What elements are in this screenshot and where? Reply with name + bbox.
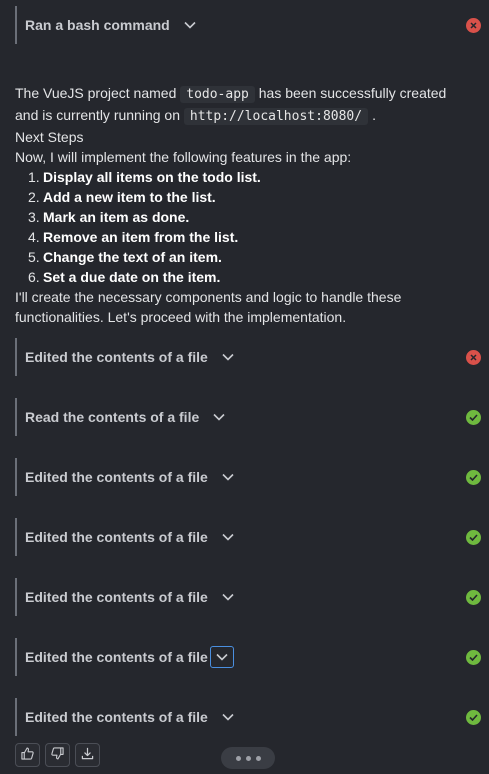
list-item: 5. Change the text of an item. xyxy=(15,247,475,267)
action-row[interactable]: Edited the contents of a file xyxy=(15,638,489,676)
thumbs-up-icon xyxy=(21,747,34,763)
feedback-toolbar xyxy=(15,743,100,767)
step-text: Add a new item to the list. xyxy=(43,189,216,205)
action-row[interactable]: Edited the contents of a file xyxy=(15,338,489,376)
action-bar xyxy=(15,458,17,496)
thumbs-down-button[interactable] xyxy=(45,743,70,767)
check-circle-icon xyxy=(466,530,481,545)
action-title: Read the contents of a file xyxy=(25,409,200,425)
thumbs-down-icon xyxy=(51,747,64,763)
action-row[interactable]: Read the contents of a file xyxy=(15,398,489,436)
step-text: Remove an item from the list. xyxy=(43,229,239,245)
action-title: Edited the contents of a file xyxy=(25,349,208,365)
download-button[interactable] xyxy=(75,743,100,767)
error-icon xyxy=(466,350,481,365)
action-row[interactable]: Edited the contents of a file xyxy=(15,518,489,556)
action-title: Edited the contents of a file xyxy=(25,529,208,545)
action-bar xyxy=(15,6,17,44)
step-number: 2. xyxy=(28,189,40,205)
action-title: Ran a bash command xyxy=(25,17,170,33)
closing-line-2: functionalities. Let's proceed with the … xyxy=(15,309,347,325)
project-name-code: todo-app xyxy=(180,86,255,103)
list-item: 1. Display all items on the todo list. xyxy=(15,167,475,187)
action-title: Edited the contents of a file xyxy=(25,469,208,485)
action-bar xyxy=(15,338,17,376)
download-icon xyxy=(81,747,94,763)
url-code: http://localhost:8080/ xyxy=(183,108,369,125)
action-title: Edited the contents of a file xyxy=(25,649,208,665)
action-title: Edited the contents of a file xyxy=(25,589,208,605)
step-number: 6. xyxy=(28,269,40,285)
chevron-down-icon[interactable] xyxy=(216,346,240,368)
action-bar xyxy=(15,698,17,736)
chevron-down-icon[interactable] xyxy=(216,586,240,608)
list-item: 6. Set a due date on the item. xyxy=(15,267,475,287)
action-row[interactable]: Edited the contents of a file xyxy=(15,458,489,496)
chevron-down-icon[interactable] xyxy=(209,646,234,668)
action-bar xyxy=(15,578,17,616)
check-circle-icon xyxy=(466,410,481,425)
step-number: 3. xyxy=(28,209,40,225)
features-intro: Now, I will implement the following feat… xyxy=(15,149,352,165)
assistant-message: The VueJS project named todo-app has bee… xyxy=(15,83,475,327)
check-circle-icon xyxy=(466,710,481,725)
steps-list: 1. Display all items on the todo list. 2.… xyxy=(15,167,475,287)
dot xyxy=(235,755,241,761)
step-text: Change the text of an item. xyxy=(43,249,222,265)
action-bar xyxy=(15,398,17,436)
step-number: 4. xyxy=(28,229,40,245)
step-text: Mark an item as done. xyxy=(43,209,190,225)
action-row[interactable]: Ran a bash command xyxy=(15,6,489,44)
intro-suffix: . xyxy=(372,107,376,123)
thumbs-up-button[interactable] xyxy=(15,743,40,767)
intro-line-1: The VueJS project named todo-app has bee… xyxy=(15,83,475,105)
check-circle-icon xyxy=(466,650,481,665)
error-icon xyxy=(466,18,481,33)
action-row[interactable]: Edited the contents of a file xyxy=(15,578,489,616)
dot xyxy=(245,755,251,761)
action-row[interactable]: Edited the contents of a file xyxy=(15,698,489,736)
intro-middle-2: and is currently running on xyxy=(15,107,180,123)
more-dots-button[interactable] xyxy=(221,747,275,769)
intro-prefix: The VueJS project named xyxy=(15,85,177,101)
step-number: 5. xyxy=(28,249,40,265)
chat-panel: Ran a bash command The VueJS project nam… xyxy=(0,0,489,774)
check-circle-icon xyxy=(466,470,481,485)
next-steps-heading: Next Steps xyxy=(15,129,84,145)
chevron-down-icon[interactable] xyxy=(216,706,240,728)
chevron-down-icon[interactable] xyxy=(178,14,202,36)
action-bar xyxy=(15,518,17,556)
list-item: 2. Add a new item to the list. xyxy=(15,187,475,207)
list-item: 3. Mark an item as done. xyxy=(15,207,475,227)
intro-middle-1: has been successfully created xyxy=(258,85,447,101)
step-text: Display all items on the todo list. xyxy=(43,169,261,185)
chevron-down-icon[interactable] xyxy=(216,526,240,548)
check-circle-icon xyxy=(466,590,481,605)
action-bar xyxy=(15,638,17,676)
dot xyxy=(255,755,261,761)
intro-line-2: and is currently running on http://local… xyxy=(15,105,475,127)
list-item: 4. Remove an item from the list. xyxy=(15,227,475,247)
action-title: Edited the contents of a file xyxy=(25,709,208,725)
step-text: Set a due date on the item. xyxy=(43,269,221,285)
closing-line-1: I'll create the necessary components and… xyxy=(15,289,402,305)
chevron-down-icon[interactable] xyxy=(207,406,231,428)
chevron-down-icon[interactable] xyxy=(216,466,240,488)
step-number: 1. xyxy=(28,169,40,185)
